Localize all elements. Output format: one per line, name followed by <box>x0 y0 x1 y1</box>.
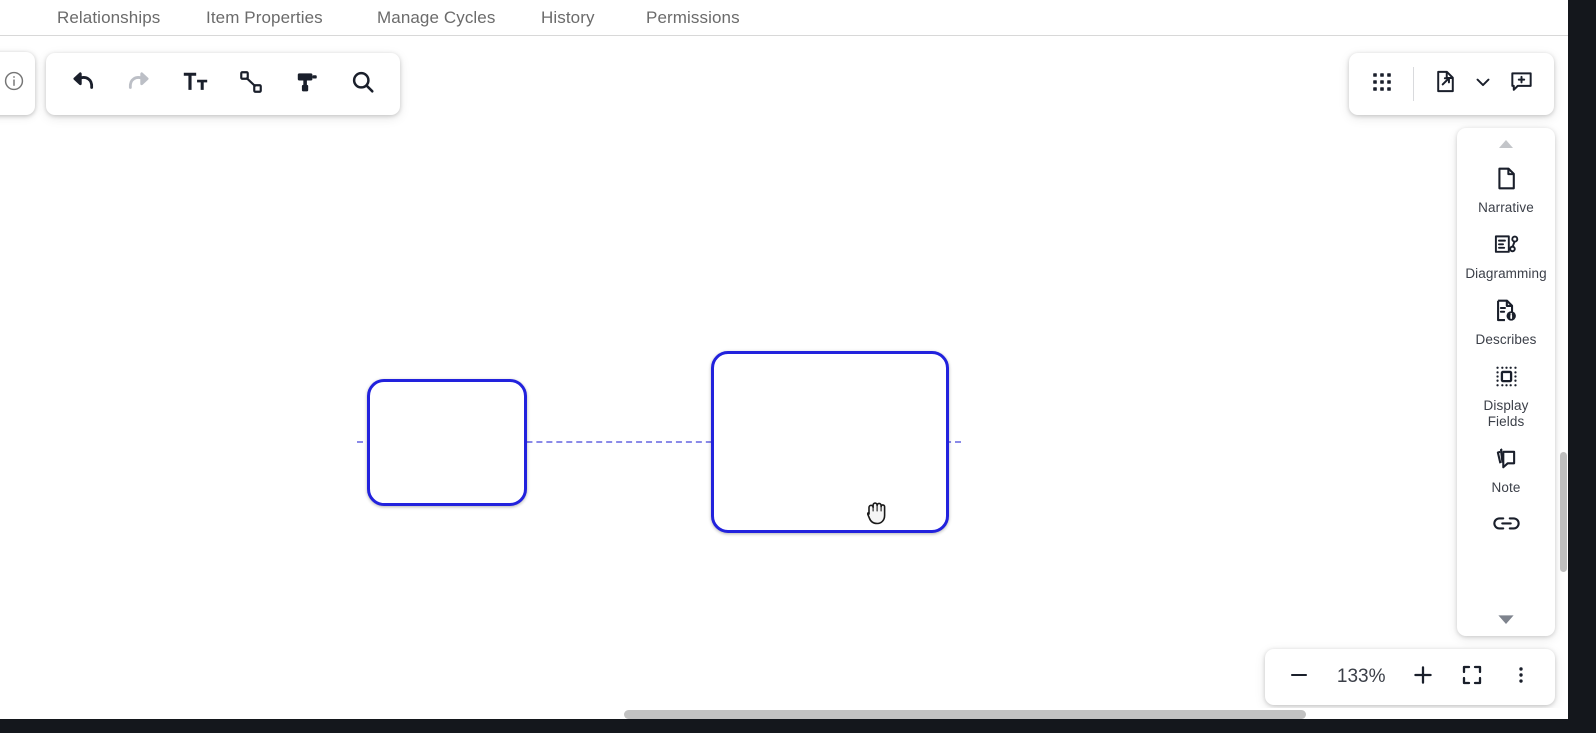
bottom-edge-band <box>0 719 1596 733</box>
add-comment-button[interactable] <box>1502 65 1540 103</box>
undo-button[interactable] <box>64 65 102 103</box>
text-style-button[interactable] <box>176 65 214 103</box>
zoom-control-bar: 133% <box>1265 649 1555 705</box>
palette-item-label: Describes <box>1476 332 1537 348</box>
export-file-icon <box>1433 69 1458 99</box>
connector-button[interactable] <box>232 65 270 103</box>
nav-tab-history[interactable]: History <box>541 0 595 36</box>
diagramming-icon <box>1493 229 1520 259</box>
palette-item-note[interactable]: Note <box>1457 434 1555 500</box>
toolbar-separator <box>1413 67 1414 101</box>
comment-plus-icon <box>1509 69 1534 99</box>
grid-view-button[interactable] <box>1363 65 1401 103</box>
edit-toolbar <box>46 53 400 115</box>
palette-item-label: Diagramming <box>1465 266 1546 282</box>
display-fields-icon <box>1494 361 1519 391</box>
shape-palette: Narrative Diagramming <box>1457 128 1555 636</box>
minus-icon <box>1287 663 1311 692</box>
app-root: s Relationships Item Properties Manage C… <box>0 0 1596 733</box>
connector-icon <box>238 69 264 100</box>
export-menu-caret[interactable] <box>1470 65 1496 103</box>
grab-hand-cursor <box>862 496 892 528</box>
diagram-shape-small[interactable] <box>367 379 527 506</box>
kebab-menu-icon <box>1510 664 1532 691</box>
diagram-canvas[interactable] <box>0 37 1568 708</box>
palette-item-narrative[interactable]: Narrative <box>1457 154 1555 220</box>
palette-item-describes[interactable]: Describes <box>1457 286 1555 352</box>
caret-up-icon <box>1498 136 1514 154</box>
nav-tab-manage-cycles[interactable]: Manage Cycles <box>377 0 495 36</box>
zoom-level-value[interactable]: 133% <box>1330 666 1392 688</box>
palette-item-label: Narrative <box>1478 200 1534 216</box>
nav-tab-relationships[interactable]: Relationships <box>57 0 160 36</box>
document-info-icon <box>1493 295 1519 325</box>
top-nav-tabs: s Relationships Item Properties Manage C… <box>0 0 1568 36</box>
redo-button[interactable] <box>120 65 158 103</box>
document-icon <box>1494 163 1519 193</box>
grid-icon <box>1370 70 1394 99</box>
format-paint-icon <box>294 69 320 100</box>
note-stack-icon <box>1493 443 1519 473</box>
info-circle-icon[interactable] <box>3 70 25 97</box>
palette-item-label: Note <box>1492 480 1521 496</box>
export-button[interactable] <box>1426 65 1464 103</box>
undo-icon <box>70 69 96 100</box>
palette-item-label: Display Fields <box>1484 398 1529 430</box>
palette-scroll-area[interactable]: Narrative Diagramming <box>1457 154 1555 616</box>
zoom-more-options-button[interactable] <box>1503 659 1539 695</box>
plus-icon <box>1410 662 1436 693</box>
search-button[interactable] <box>344 65 382 103</box>
format-paint-button[interactable] <box>288 65 326 103</box>
chevron-down-icon <box>1472 71 1494 98</box>
zoom-out-button[interactable] <box>1281 659 1317 695</box>
palette-item-diagramming[interactable]: Diagramming <box>1457 220 1555 286</box>
top-right-toolbar <box>1349 53 1554 115</box>
caret-down-icon <box>1497 612 1515 630</box>
fit-screen-button[interactable] <box>1454 659 1490 695</box>
palette-item-link[interactable] <box>1457 500 1555 543</box>
redo-icon <box>126 69 152 100</box>
search-icon <box>350 69 376 100</box>
diagram-shape-large[interactable] <box>711 351 949 533</box>
info-card[interactable] <box>0 52 35 115</box>
text-style-icon <box>182 68 209 100</box>
palette-item-display-fields[interactable]: Display Fields <box>1457 352 1555 434</box>
right-edge-band <box>1568 0 1596 733</box>
nav-tab-permissions[interactable]: Permissions <box>646 0 740 36</box>
vertical-scrollbar[interactable] <box>1560 452 1567 572</box>
link-icon <box>1493 509 1520 539</box>
palette-scroll-down-button[interactable] <box>1457 610 1555 632</box>
zoom-in-button[interactable] <box>1405 659 1441 695</box>
horizontal-scrollbar[interactable] <box>624 710 1306 719</box>
fit-screen-icon <box>1460 663 1484 692</box>
nav-tab-item-properties[interactable]: Item Properties <box>206 0 323 36</box>
palette-scroll-up-button[interactable] <box>1457 134 1555 156</box>
